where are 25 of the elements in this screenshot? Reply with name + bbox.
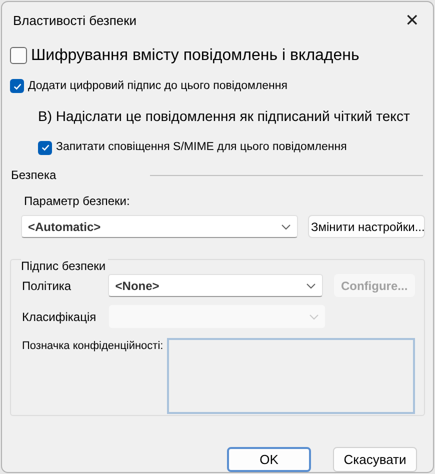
field-label: Позначка конфіденційності: bbox=[22, 339, 164, 354]
checkbox-label: Шифрування вмісту повідомлень і вкладень bbox=[31, 46, 360, 66]
option-text: В) Надіслати це повідомлення як підписаний чіткий текст bbox=[38, 106, 411, 126]
check-icon bbox=[12, 82, 22, 91]
checkbox[interactable] bbox=[38, 140, 52, 155]
field-label: Параметр безпеки: bbox=[24, 193, 131, 210]
group-legend: Підпис безпеки bbox=[21, 257, 108, 276]
dropdown[interactable]: <Automatic> bbox=[21, 215, 298, 238]
checkbox[interactable] bbox=[10, 47, 27, 64]
dialog-button[interactable]: Скасувати bbox=[333, 447, 417, 472]
field-label: Політика bbox=[22, 278, 72, 295]
close-button[interactable]: ✕ bbox=[401, 12, 423, 29]
section-heading: Безпека bbox=[11, 167, 56, 184]
field-label: Класифікація bbox=[22, 308, 98, 326]
dropdown[interactable]: <None> bbox=[108, 274, 323, 298]
button[interactable]: Змінити настройки... bbox=[308, 215, 425, 238]
window-title: Властивості безпеки bbox=[13, 12, 137, 30]
checkbox[interactable] bbox=[10, 79, 24, 94]
check-icon bbox=[40, 143, 50, 152]
chevron-icon bbox=[281, 224, 291, 230]
checkbox-label: Додати цифровий підпис до цього повідомлення bbox=[28, 78, 288, 94]
chevron-icon bbox=[306, 282, 316, 289]
checkbox-label: Запитати сповіщення S/MIME для цього повідомлення bbox=[56, 140, 347, 155]
dialog-button[interactable]: OK bbox=[227, 447, 311, 472]
chevron-icon bbox=[309, 314, 319, 320]
